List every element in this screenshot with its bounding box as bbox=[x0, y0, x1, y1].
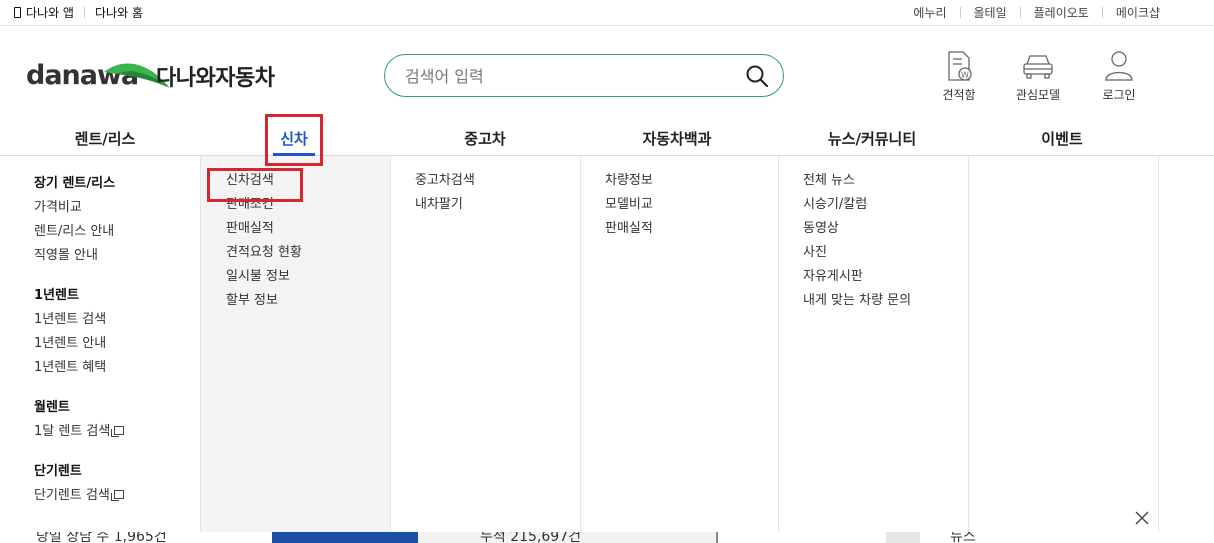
top-bar: 다나와 앱 다나와 홈 에누리 올테일 플레이오토 메이크샵 bbox=[0, 0, 1214, 26]
phone-icon bbox=[14, 7, 21, 18]
tab-events[interactable]: 이벤트 bbox=[1016, 128, 1108, 149]
danawa-home-link[interactable]: 다나와 홈 bbox=[95, 4, 143, 21]
menu-column-rent: 장기 렌트/리스 가격비교 렌트/리스 안내 직영몰 안내 1년렌트 1년렌트 … bbox=[0, 156, 201, 532]
search-icon[interactable] bbox=[745, 64, 769, 88]
menu-column-encyclopedia: 차량정보 모델비교 판매실적 bbox=[581, 156, 779, 532]
divider bbox=[716, 532, 718, 543]
favorite-models-button[interactable]: 관심모델 bbox=[1008, 50, 1068, 103]
highlight-box bbox=[207, 168, 303, 202]
menu-group-long-term: 장기 렌트/리스 가격비교 렌트/리스 안내 직영몰 안내 bbox=[34, 172, 200, 268]
menu-item[interactable]: 직영몰 안내 bbox=[34, 244, 200, 268]
menu-item[interactable]: 렌트/리스 안내 bbox=[34, 220, 200, 244]
banner-block bbox=[886, 532, 920, 543]
new-window-icon bbox=[111, 426, 125, 437]
partner-link-enuri[interactable]: 에누리 bbox=[913, 4, 946, 21]
menu-column-events bbox=[969, 156, 1159, 532]
consult-count-text: 당일 상담 수 1,965건 bbox=[36, 532, 167, 543]
menu-item[interactable]: 단기렌트 검색 bbox=[34, 484, 200, 508]
search-bar bbox=[384, 54, 784, 97]
partner-link-playauto[interactable]: 플레이오토 bbox=[1034, 4, 1089, 21]
tab-used-car[interactable]: 중고차 bbox=[440, 128, 530, 149]
top-bar-left: 다나와 앱 다나와 홈 bbox=[14, 4, 143, 21]
menu-item[interactable]: 1년렌트 혜택 bbox=[34, 356, 200, 380]
partner-links: 에누리 올테일 플레이오토 메이크샵 bbox=[913, 4, 1160, 21]
divider bbox=[1019, 7, 1021, 18]
menu-item-label: 단기렌트 검색 bbox=[34, 488, 110, 503]
menu-item[interactable]: 동영상 bbox=[803, 217, 968, 241]
logo-title: 다나와자동차 bbox=[156, 66, 275, 91]
svg-text:W: W bbox=[961, 71, 969, 80]
menu-item[interactable]: 내차팔기 bbox=[415, 193, 580, 217]
news-heading-text: 뉴스 bbox=[950, 532, 976, 543]
menu-item[interactable]: 가격비교 bbox=[34, 196, 200, 220]
menu-group-title[interactable]: 장기 렌트/리스 bbox=[34, 172, 200, 196]
partner-link-makeshop[interactable]: 메이크샵 bbox=[1116, 4, 1160, 21]
mega-menu: 장기 렌트/리스 가격비교 렌트/리스 안내 직영몰 안내 1년렌트 1년렌트 … bbox=[0, 156, 1214, 532]
danawa-app-link[interactable]: 다나와 앱 bbox=[14, 4, 74, 21]
danawa-app-label: 다나와 앱 bbox=[26, 6, 74, 20]
menu-column-new-car: 신차검색 판매조건 판매실적 견적요청 현황 일시불 정보 할부 정보 bbox=[201, 156, 391, 532]
partner-link-alltail[interactable]: 올테일 bbox=[974, 4, 1007, 21]
menu-item[interactable]: 모델비교 bbox=[605, 193, 778, 217]
menu-item[interactable]: 1년렌트 안내 bbox=[34, 332, 200, 356]
divider bbox=[1101, 7, 1103, 18]
menu-item-label: 1달 렌트 검색 bbox=[34, 424, 111, 439]
highlight-box bbox=[265, 114, 323, 166]
menu-item[interactable]: 판매실적 bbox=[226, 217, 390, 241]
menu-item[interactable]: 자유게시판 bbox=[803, 265, 968, 289]
site-logo[interactable]: danawa 다나와자동차 bbox=[26, 58, 286, 98]
menu-column-used-car: 중고차검색 내차팔기 bbox=[391, 156, 581, 532]
user-icon bbox=[1105, 51, 1133, 81]
tab-car-encyclopedia[interactable]: 자동차백과 bbox=[620, 128, 734, 149]
quote-box-icon: W bbox=[948, 51, 972, 81]
menu-group-short-term: 단기렌트 단기렌트 검색 bbox=[34, 460, 200, 508]
menu-item[interactable]: 사진 bbox=[803, 241, 968, 265]
divider bbox=[83, 7, 85, 18]
car-icon bbox=[1023, 55, 1053, 79]
menu-item[interactable]: 차량정보 bbox=[605, 169, 778, 193]
tab-rent-lease[interactable]: 렌트/리스 bbox=[58, 128, 152, 149]
menu-group-one-year: 1년렌트 1년렌트 검색 1년렌트 안내 1년렌트 혜택 bbox=[34, 284, 200, 380]
main-nav: 렌트/리스 신차 중고차 자동차백과 뉴스/커뮤니티 이벤트 bbox=[0, 120, 1214, 156]
menu-item[interactable]: 판매실적 bbox=[605, 217, 778, 241]
divider bbox=[959, 7, 961, 18]
close-menu-icon[interactable] bbox=[1134, 510, 1150, 526]
menu-item[interactable]: 할부 정보 bbox=[226, 289, 390, 313]
menu-item[interactable]: 1년렌트 검색 bbox=[34, 308, 200, 332]
menu-group-title[interactable]: 단기렌트 bbox=[34, 460, 200, 484]
quote-box-label: 견적함 bbox=[942, 88, 976, 102]
menu-item[interactable]: 1달 렌트 검색 bbox=[34, 420, 200, 444]
menu-item[interactable]: 시승기/칼럼 bbox=[803, 193, 968, 217]
search-input[interactable] bbox=[405, 64, 735, 88]
menu-group-title[interactable]: 월렌트 bbox=[34, 396, 200, 420]
menu-item[interactable]: 견적요청 현황 bbox=[226, 241, 390, 265]
menu-column-news: 전체 뉴스 시승기/칼럼 동영상 사진 자유게시판 내게 맞는 차량 문의 bbox=[779, 156, 969, 532]
menu-item[interactable]: 일시불 정보 bbox=[226, 265, 390, 289]
menu-group-title[interactable]: 1년렌트 bbox=[34, 284, 200, 308]
total-count-text: 누적 215,697건 bbox=[480, 532, 581, 543]
menu-item[interactable]: 전체 뉴스 bbox=[803, 169, 968, 193]
login-button[interactable]: 로그인 bbox=[1089, 50, 1149, 103]
page-content-behind: 당일 상담 수 1,965건 누적 215,697건 뉴스 bbox=[0, 532, 1214, 543]
menu-item[interactable]: 중고차검색 bbox=[415, 169, 580, 193]
menu-item[interactable]: 내게 맞는 차량 문의 bbox=[803, 289, 968, 313]
favorite-models-label: 관심모델 bbox=[1015, 88, 1061, 102]
tab-news-community[interactable]: 뉴스/커뮤니티 bbox=[800, 128, 944, 149]
login-label: 로그인 bbox=[1102, 88, 1136, 102]
quote-box-button[interactable]: W 견적함 bbox=[929, 50, 989, 103]
new-window-icon bbox=[110, 490, 124, 501]
menu-group-monthly: 월렌트 1달 렌트 검색 bbox=[34, 396, 200, 444]
banner-block bbox=[272, 532, 418, 543]
